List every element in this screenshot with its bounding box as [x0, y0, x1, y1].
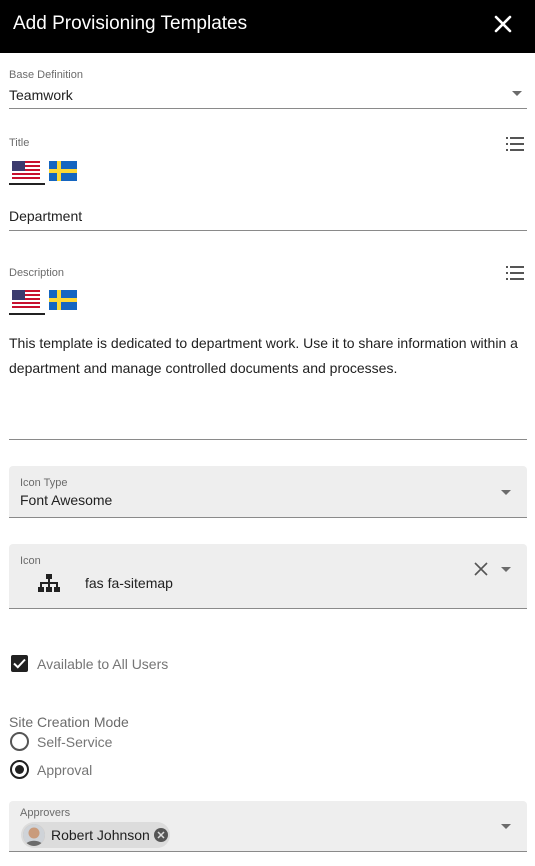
site-creation-mode-label: Site Creation Mode — [9, 714, 129, 730]
description-label: Description — [9, 267, 65, 279]
icon-select[interactable]: Icon fas fa-sitemap — [9, 544, 527, 608]
icon-label: Icon — [20, 555, 41, 567]
us-flag-icon[interactable] — [12, 161, 40, 181]
close-icon[interactable] — [492, 13, 514, 35]
icon-type-select[interactable]: Icon Type Font Awesome — [9, 466, 527, 517]
chevron-down-icon — [501, 567, 511, 572]
list-icon[interactable] — [506, 266, 524, 280]
user-avatar-icon — [23, 824, 45, 846]
chevron-down-icon — [501, 490, 511, 495]
description-textarea[interactable]: This template is dedicated to department… — [9, 331, 531, 381]
underline — [9, 108, 527, 109]
icon-type-value: Font Awesome — [20, 492, 113, 508]
approver-chip[interactable]: Robert Johnson — [21, 822, 170, 848]
check-icon — [13, 658, 26, 669]
approver-name: Robert Johnson — [51, 827, 150, 843]
chevron-down-icon — [501, 824, 511, 829]
underline — [9, 851, 527, 852]
sweden-flag-icon[interactable] — [49, 290, 77, 310]
close-icon — [157, 831, 165, 839]
underline — [9, 608, 527, 609]
remove-chip-icon[interactable] — [154, 828, 168, 842]
avatar — [23, 824, 45, 846]
underline — [9, 517, 527, 518]
radio-self-service-label: Self-Service — [37, 734, 113, 750]
radio-self-service[interactable] — [10, 732, 29, 751]
icon-value: fas fa-sitemap — [85, 575, 173, 591]
radio-approval-label: Approval — [37, 762, 93, 778]
active-language-indicator — [9, 313, 45, 315]
approvers-label: Approvers — [20, 807, 71, 819]
title-label: Title — [9, 137, 30, 149]
icon-type-label: Icon Type — [20, 477, 68, 489]
dialog-header: Add Provisioning Templates — [0, 0, 535, 53]
available-all-users-checkbox[interactable] — [11, 655, 28, 672]
us-flag-icon[interactable] — [12, 290, 40, 310]
title-input[interactable]: Department — [9, 208, 82, 224]
dialog-title: Add Provisioning Templates — [13, 13, 248, 34]
sitemap-icon — [38, 574, 60, 592]
clear-icon[interactable] — [474, 562, 488, 576]
active-language-indicator — [9, 183, 45, 185]
available-all-users-label: Available to All Users — [37, 656, 169, 672]
underline — [9, 230, 527, 231]
base-definition-label: Base Definition — [9, 69, 83, 81]
radio-selected-dot — [15, 765, 24, 774]
list-icon[interactable] — [506, 137, 524, 151]
underline — [9, 439, 527, 440]
radio-approval[interactable] — [10, 760, 29, 779]
sweden-flag-icon[interactable] — [49, 161, 77, 181]
chevron-down-icon — [512, 91, 522, 96]
base-definition-value: Teamwork — [9, 87, 73, 103]
